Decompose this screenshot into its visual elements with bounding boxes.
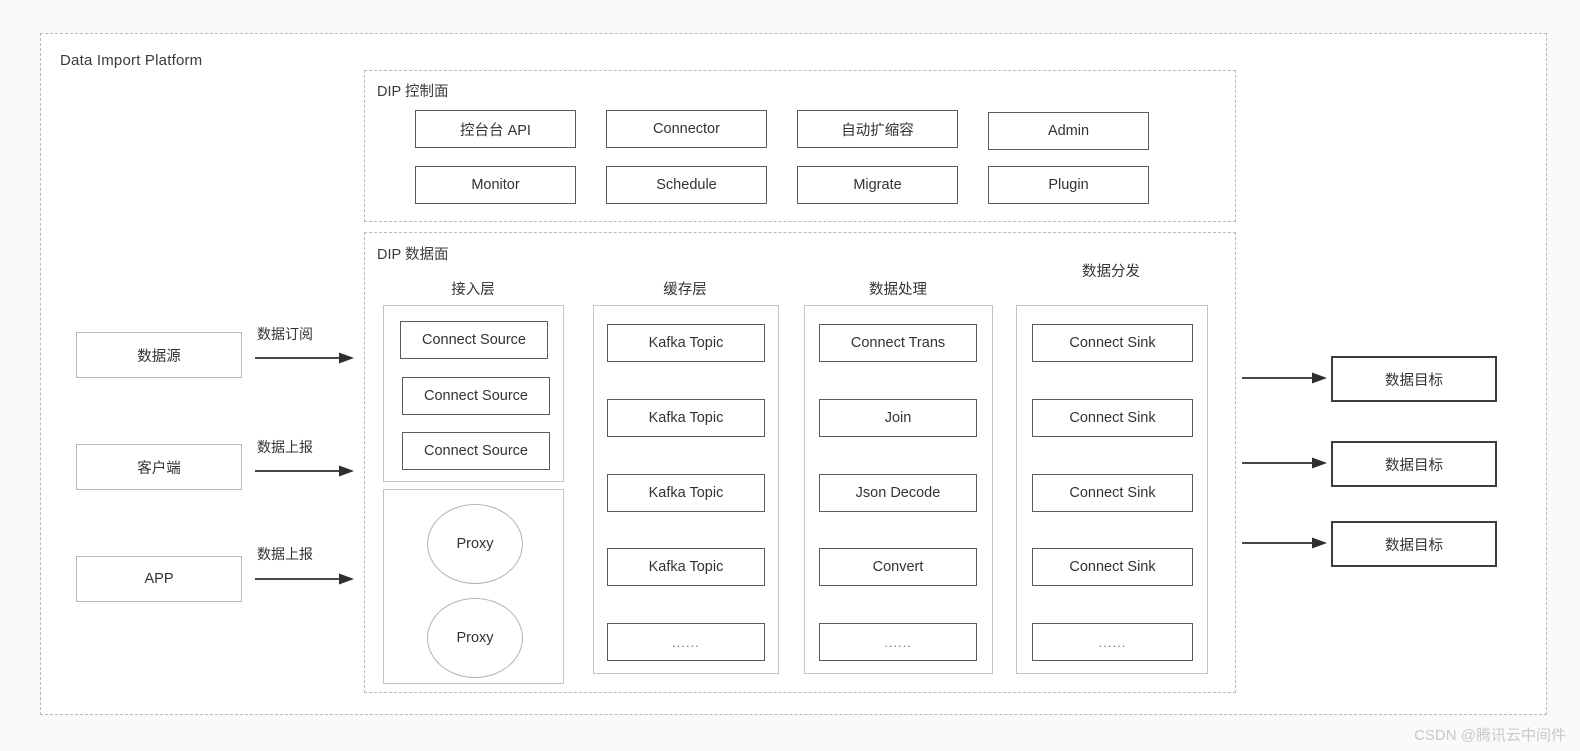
watermark: CSDN @腾讯云中间件 — [1414, 727, 1566, 744]
node-connect-sink-3[interactable]: Connect Sink — [1032, 474, 1193, 512]
node-json-decode[interactable]: Json Decode — [819, 474, 977, 512]
node-connect-sink-2[interactable]: Connect Sink — [1032, 399, 1193, 437]
source-box-app[interactable]: APP — [76, 556, 242, 602]
arrow-label-data-report-1: 数据上报 — [257, 439, 313, 455]
target-box-2[interactable]: 数据目标 — [1331, 441, 1497, 487]
target-box-1[interactable]: 数据目标 — [1331, 356, 1497, 402]
node-proxy-2[interactable]: Proxy — [427, 598, 523, 678]
diagram-canvas: Data Import Platform DIP 控制面 控台台 API Con… — [0, 0, 1580, 751]
node-connect-sink-more[interactable]: ...... — [1032, 623, 1193, 661]
target-box-3[interactable]: 数据目标 — [1331, 521, 1497, 567]
node-connect-trans[interactable]: Connect Trans — [819, 324, 977, 362]
node-kafka-topic-1[interactable]: Kafka Topic — [607, 324, 765, 362]
control-tile-autoscale[interactable]: 自动扩缩容 — [797, 110, 958, 148]
control-tile-monitor[interactable]: Monitor — [415, 166, 576, 204]
data-plane-title: DIP 数据面 — [377, 247, 449, 263]
node-kafka-topic-more[interactable]: ...... — [607, 623, 765, 661]
arrow-platform-to-target-2 — [1242, 456, 1328, 470]
control-tile-migrate[interactable]: Migrate — [797, 166, 958, 204]
node-join[interactable]: Join — [819, 399, 977, 437]
arrow-source-to-platform-2 — [255, 464, 355, 478]
column-header-cache: 缓存层 — [663, 282, 707, 298]
node-connect-source-3[interactable]: Connect Source — [402, 432, 550, 470]
source-box-data-source[interactable]: 数据源 — [76, 332, 242, 378]
node-proxy-1[interactable]: Proxy — [427, 504, 523, 584]
node-kafka-topic-4[interactable]: Kafka Topic — [607, 548, 765, 586]
node-convert[interactable]: Convert — [819, 548, 977, 586]
node-connect-source-2[interactable]: Connect Source — [402, 377, 550, 415]
control-tile-console-api[interactable]: 控台台 API — [415, 110, 576, 148]
column-header-processing: 数据处理 — [869, 282, 927, 298]
control-tile-plugin[interactable]: Plugin — [988, 166, 1149, 204]
node-kafka-topic-2[interactable]: Kafka Topic — [607, 399, 765, 437]
arrow-label-data-subscribe: 数据订阅 — [257, 326, 313, 342]
arrow-platform-to-target-3 — [1242, 536, 1328, 550]
control-plane-title: DIP 控制面 — [377, 84, 449, 100]
control-tile-schedule[interactable]: Schedule — [606, 166, 767, 204]
arrow-source-to-platform-3 — [255, 572, 355, 586]
control-tile-admin[interactable]: Admin — [988, 112, 1149, 150]
node-connect-sink-1[interactable]: Connect Sink — [1032, 324, 1193, 362]
control-tile-connector[interactable]: Connector — [606, 110, 767, 148]
column-header-access: 接入层 — [451, 282, 495, 298]
source-box-client[interactable]: 客户端 — [76, 444, 242, 490]
platform-title: Data Import Platform — [60, 52, 203, 69]
node-kafka-topic-3[interactable]: Kafka Topic — [607, 474, 765, 512]
arrow-label-data-report-2: 数据上报 — [257, 546, 313, 562]
arrow-platform-to-target-1 — [1242, 371, 1328, 385]
node-connect-source-1[interactable]: Connect Source — [400, 321, 548, 359]
arrow-source-to-platform-1 — [255, 351, 355, 365]
node-connect-sink-4[interactable]: Connect Sink — [1032, 548, 1193, 586]
node-processing-more[interactable]: ...... — [819, 623, 977, 661]
column-header-distribution: 数据分发 — [1082, 264, 1140, 280]
